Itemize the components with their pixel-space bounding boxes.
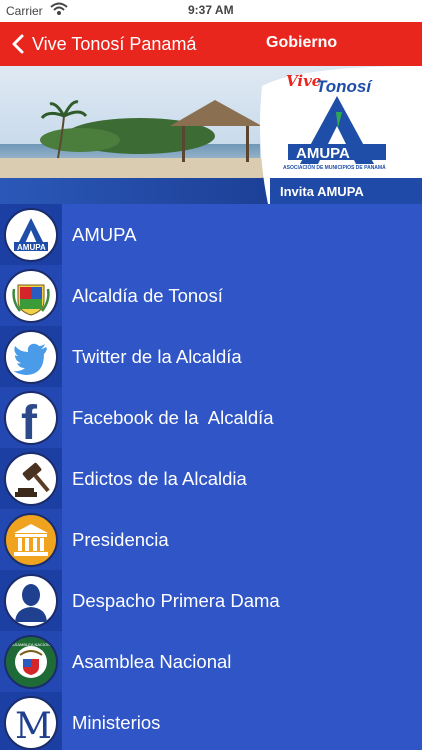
icon-column — [0, 509, 62, 570]
facebook-icon: f — [4, 390, 58, 445]
icon-column: M — [0, 692, 62, 750]
chevron-left-icon — [12, 34, 24, 54]
list-item-facebook[interactable]: f Facebook de la Alcaldía — [0, 387, 422, 448]
svg-text:AMUPA: AMUPA — [17, 243, 46, 252]
person-silhouette-icon — [4, 573, 58, 628]
list-item-label: Presidencia — [72, 528, 169, 550]
page-title: Gobierno — [266, 34, 338, 51]
svg-text:f: f — [21, 397, 38, 443]
amupa-logo-icon: AMUPA — [4, 207, 58, 262]
back-button[interactable]: Vive Tonosí Panamá — [8, 22, 196, 66]
wifi-icon — [50, 2, 68, 15]
banner-logo-caption: ASOCIACIÓN DE MUNICIPIOS DE PANAMÁ — [283, 163, 386, 171]
list-item-ministerios[interactable]: M Ministerios — [0, 692, 422, 750]
list-item-primera-dama[interactable]: Despacho Primera Dama — [0, 570, 422, 631]
status-bar: Carrier 9:37 AM — [0, 0, 422, 22]
list-item-edictos[interactable]: Edictos de la Alcaldia — [0, 448, 422, 509]
gavel-icon — [4, 451, 58, 506]
icon-column: f — [0, 387, 62, 448]
icon-column: ASAMBLEA NACIONAL — [0, 631, 62, 692]
list-item-label: Despacho Primera Dama — [72, 589, 280, 611]
banner-brand-name: Tonosí — [316, 77, 373, 96]
icon-column — [0, 448, 62, 509]
list-item-label: Edictos de la Alcaldia — [72, 467, 247, 489]
svg-text:M: M — [15, 706, 52, 747]
list-item-alcaldia-tonosi[interactable]: Alcaldía de Tonosí — [0, 265, 422, 326]
back-button-label: Vive Tonosí Panamá — [32, 33, 197, 54]
list-item-label: AMUPA — [72, 223, 137, 245]
icon-column: AMUPA — [0, 204, 62, 265]
national-assembly-seal-icon: ASAMBLEA NACIONAL — [4, 634, 58, 689]
icon-column — [0, 570, 62, 631]
twitter-bird-icon — [4, 329, 58, 384]
list-item-label: Twitter de la Alcaldía — [72, 345, 242, 367]
list-item-twitter[interactable]: Twitter de la Alcaldía — [0, 326, 422, 387]
icon-column — [0, 265, 62, 326]
government-list: AMUPA AMUPA Alcaldía de Tonosí Twitter d… — [0, 204, 422, 750]
list-item-label: Asamblea Nacional — [72, 650, 232, 672]
carrier-label: Carrier — [6, 4, 43, 18]
banner-tagline: Invita AMUPA — [280, 184, 364, 199]
header-banner: Vive Tonosí AMUPA ASOCIACIÓN DE MUNICIPI… — [0, 66, 422, 204]
list-item-amupa[interactable]: AMUPA AMUPA — [0, 204, 422, 265]
ministerios-m-icon: M — [4, 695, 58, 750]
navigation-bar: Vive Tonosí Panamá Gobierno — [0, 22, 422, 66]
banner-logo-letters: AMUPA — [296, 145, 350, 162]
status-time: 9:37 AM — [188, 3, 234, 17]
svg-text:ASAMBLEA NACIONAL: ASAMBLEA NACIONAL — [12, 642, 56, 647]
icon-column — [0, 326, 62, 387]
list-item-label: Alcaldía de Tonosí — [72, 284, 223, 306]
coat-of-arms-icon — [4, 268, 58, 323]
building-columns-icon — [4, 512, 58, 567]
list-item-label: Facebook de la Alcaldía — [72, 406, 274, 428]
banner-image: Vive Tonosí AMUPA ASOCIACIÓN DE MUNICIPI… — [0, 66, 422, 204]
list-item-asamblea[interactable]: ASAMBLEA NACIONAL Asamblea Nacional — [0, 631, 422, 692]
list-item-presidencia[interactable]: Presidencia — [0, 509, 422, 570]
list-item-label: Ministerios — [72, 711, 161, 733]
